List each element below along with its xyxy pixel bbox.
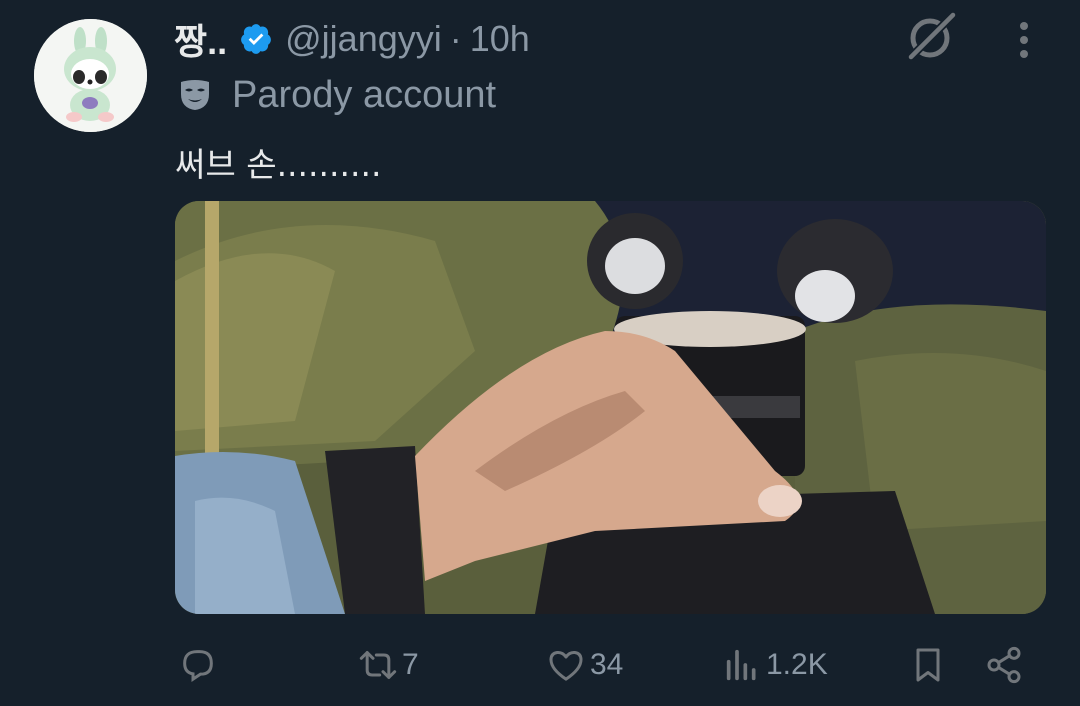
repost-count: 7 (402, 648, 419, 681)
bookmark-icon (916, 648, 940, 682)
views-button[interactable]: 1.2K (722, 630, 828, 700)
share-icon (987, 646, 1021, 684)
reply-icon (183, 650, 213, 682)
post-photo (175, 201, 1046, 614)
like-button[interactable]: 34 (546, 630, 623, 700)
post-text: 써브 손.......... (175, 145, 382, 184)
display-name[interactable]: 짱.. (174, 13, 227, 65)
grok-icon[interactable] (904, 12, 956, 64)
reply-button[interactable] (178, 630, 222, 700)
like-count: 34 (590, 648, 624, 681)
mask-icon (181, 80, 209, 110)
share-button[interactable] (984, 630, 1024, 700)
verified-badge-icon[interactable] (239, 22, 273, 56)
parody-label-row: Parody account (178, 72, 496, 118)
post-image[interactable] (175, 201, 1046, 614)
dot-separator: · (449, 18, 462, 59)
more-icon[interactable] (1008, 20, 1040, 60)
post-time[interactable]: 10h (470, 18, 530, 60)
parody-account-label: Parody account (232, 73, 497, 116)
views-count: 1.2K (766, 648, 828, 681)
user-handle[interactable]: @jjangyyi (285, 18, 442, 60)
views-icon (726, 649, 756, 681)
action-bar: 7 34 1.2K (0, 630, 1080, 700)
bookmark-button[interactable] (908, 630, 948, 700)
avatar-image (34, 19, 147, 132)
like-icon (549, 650, 583, 681)
repost-icon (359, 651, 397, 679)
repost-button[interactable]: 7 (358, 630, 419, 700)
post-header: 짱.. @jjangyyi · 10h (174, 14, 530, 64)
avatar[interactable] (34, 19, 147, 132)
